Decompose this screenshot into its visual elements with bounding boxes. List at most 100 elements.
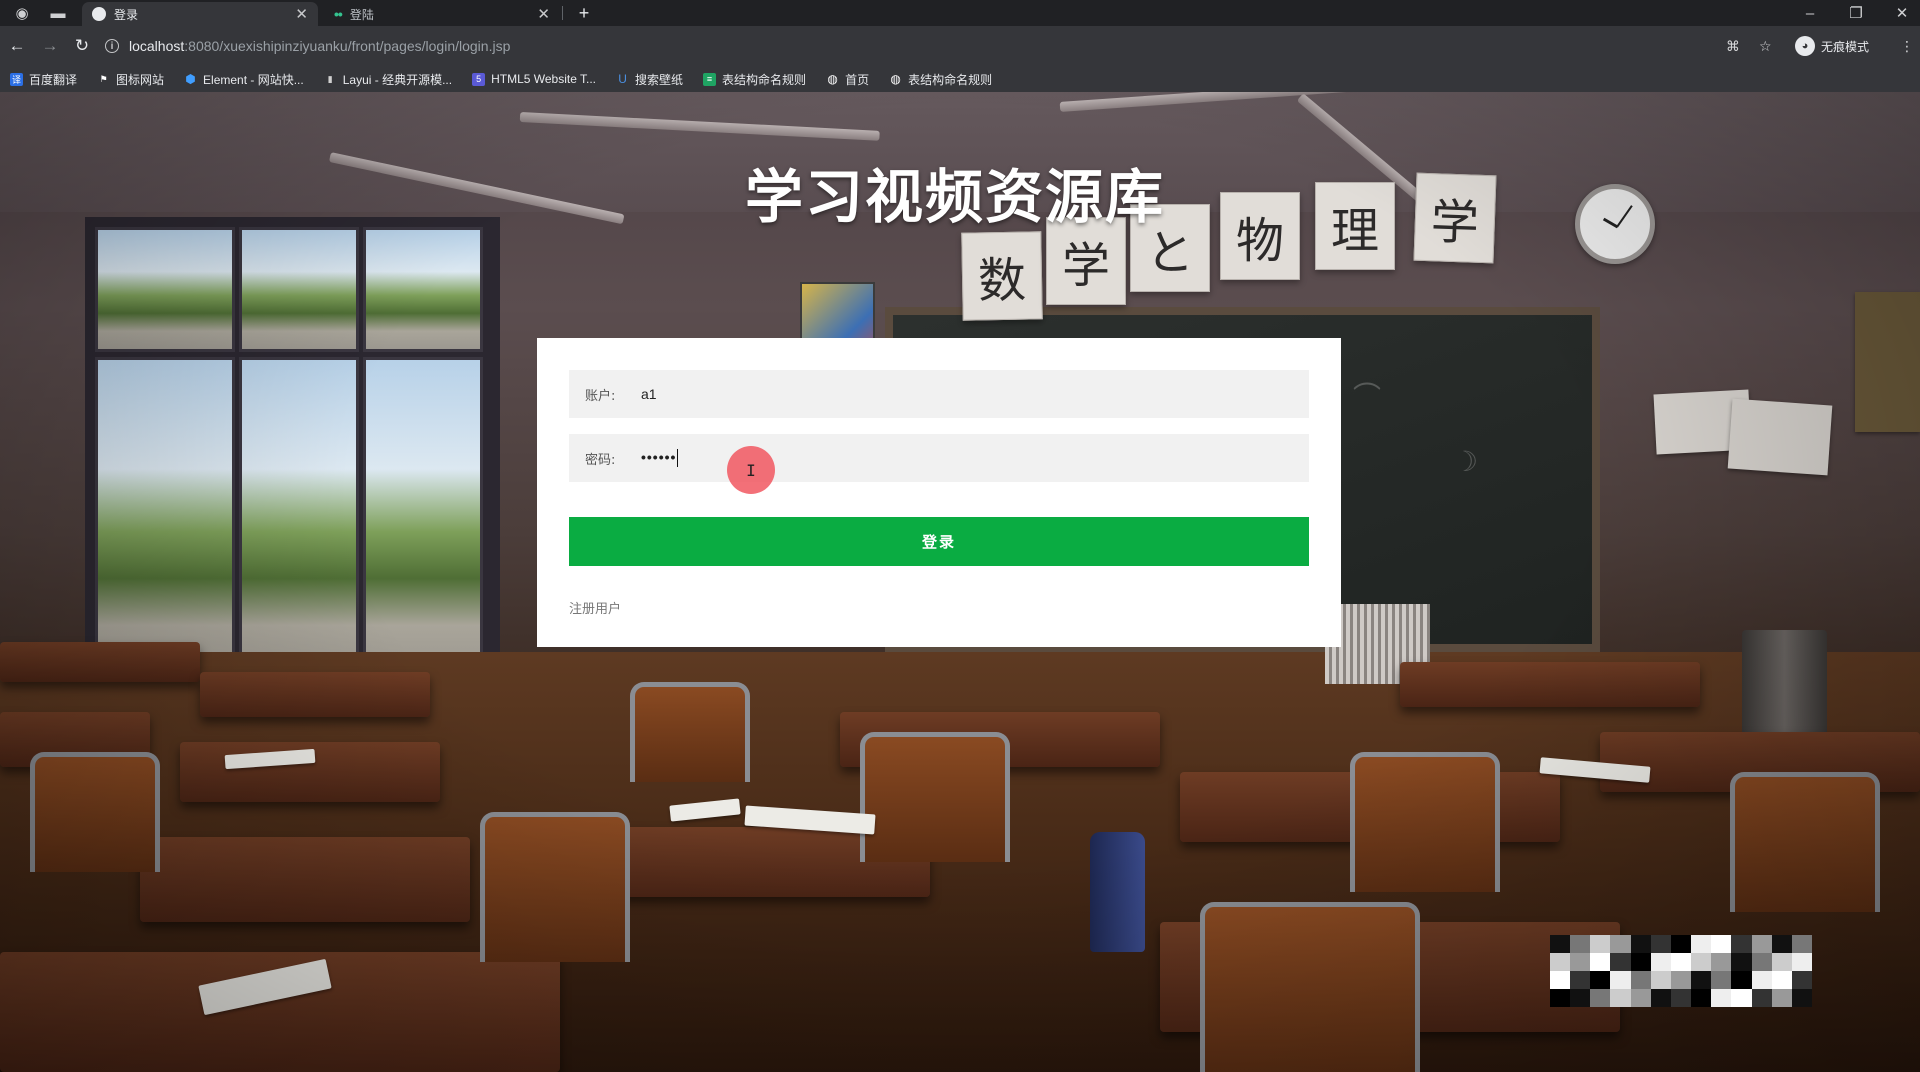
close-window-icon[interactable]: ✕ xyxy=(1884,0,1920,26)
mosaic-cell xyxy=(1711,989,1732,1007)
mosaic-cell xyxy=(1650,953,1671,971)
bookmark-label: Layui - 经典开源模... xyxy=(342,72,453,87)
mosaic-cell xyxy=(1670,989,1692,1007)
bookmark-label: 图标网站 xyxy=(116,72,165,87)
back-icon[interactable]: ← xyxy=(6,35,28,57)
account-field[interactable]: 账户: xyxy=(569,370,1309,418)
mosaic-cell xyxy=(1670,935,1692,953)
bookmark-label: HTML5 Website T... xyxy=(491,72,597,86)
mosaic-cell xyxy=(1630,953,1651,971)
mosaic-cell xyxy=(1590,971,1611,989)
bookmark-label: 表结构命名规则 xyxy=(908,72,993,87)
globe-icon: ◍ xyxy=(890,72,901,86)
mosaic-cell xyxy=(1771,989,1792,1007)
bookmark-star-icon[interactable]: ☆ xyxy=(1759,35,1772,57)
mosaic-cell xyxy=(1590,989,1611,1007)
mosaic-cell xyxy=(1570,953,1591,971)
mosaic-cell xyxy=(1771,935,1792,953)
mosaic-cell xyxy=(1731,935,1752,953)
bookmark-item[interactable]: ◍ 表结构命名规则 xyxy=(889,71,992,88)
minimize-icon[interactable]: – xyxy=(1792,0,1828,26)
mosaic-cell xyxy=(1711,935,1732,953)
register-link[interactable]: 注册用户 xyxy=(569,598,621,617)
restore-icon[interactable]: ❐ xyxy=(1838,0,1874,26)
bookmark-item[interactable]: ▮ Layui - 经典开源模... xyxy=(324,71,452,88)
url-path: :8080/xuexishipinziyuanku/front/pages/lo… xyxy=(184,38,511,54)
tab-login[interactable]: 登录 ✕ xyxy=(82,2,318,26)
mosaic-cell xyxy=(1630,971,1651,989)
text-cursor-icon: I xyxy=(746,460,756,480)
url-host: localhost xyxy=(129,38,185,54)
tab-separator xyxy=(562,6,563,20)
mosaic-cell xyxy=(1731,971,1752,989)
mosaic-cell xyxy=(1691,935,1712,953)
profile-button[interactable]: ◕ 无痕模式 xyxy=(1795,34,1869,58)
element-icon: ⬢ xyxy=(185,72,196,86)
account-input[interactable] xyxy=(641,386,1241,402)
bookmarks-bar: 译百度翻译 ⚑ 图标网站 ⬢ Element - 网站快... ▮ Layui - 经… xyxy=(0,66,1920,92)
tab-search-icon[interactable]: ▬ xyxy=(40,0,76,26)
translate-icon[interactable]: ⌘ xyxy=(1726,35,1740,57)
wallpaper-icon: U xyxy=(618,72,627,86)
page-viewport: 〰 ⌒ ☽ 数 学 と 物 理 学 学习视频资源库 账户: xyxy=(0,92,1920,1072)
flag-icon: ⚑ xyxy=(99,73,108,84)
bookmark-label: 首页 xyxy=(845,72,870,87)
bookmark-item[interactable]: ⚑ 图标网站 xyxy=(97,71,164,88)
incognito-icon: ◕ xyxy=(1795,36,1815,56)
address-bar[interactable]: i localhost:8080/xuexishipinziyuanku/fro… xyxy=(105,32,1785,60)
close-icon[interactable]: ✕ xyxy=(537,5,550,23)
password-value: •••••• xyxy=(641,449,677,466)
browser-menu-icon[interactable]: ◉ xyxy=(4,0,40,26)
bookmark-item[interactable]: 译百度翻译 xyxy=(10,71,77,88)
login-button[interactable]: 登录 xyxy=(569,517,1309,566)
mosaic-cell xyxy=(1650,935,1671,953)
bookmark-label: 百度翻译 xyxy=(29,72,78,87)
account-label: 账户: xyxy=(585,388,616,404)
mosaic-cell xyxy=(1731,953,1752,971)
login-form: 账户: 密码: •••••• 登录 注册用户 xyxy=(537,338,1341,647)
layui-icon: ▮ xyxy=(327,73,333,84)
mosaic-cell xyxy=(1771,971,1792,989)
close-icon[interactable]: ✕ xyxy=(295,5,308,23)
mosaic-cell xyxy=(1751,935,1772,953)
password-field[interactable]: 密码: •••••• xyxy=(569,434,1309,482)
bookmark-label: Element - 网站快... xyxy=(203,72,304,87)
mouse-cursor-highlight: I xyxy=(727,446,775,494)
password-label: 密码: xyxy=(585,452,616,468)
bookmark-item[interactable]: ⬢ Element - 网站快... xyxy=(184,71,304,88)
tab-title: 登录 xyxy=(114,7,139,22)
sheet-icon: ≡ xyxy=(703,72,717,86)
loading-dots-icon: •• xyxy=(334,6,343,22)
reload-icon[interactable]: ↻ xyxy=(71,35,93,57)
mosaic-cell xyxy=(1691,971,1712,989)
mosaic-cell xyxy=(1791,935,1812,953)
mosaic-cell xyxy=(1751,953,1772,971)
mosaic-cell xyxy=(1550,935,1571,953)
mosaic-cell xyxy=(1630,935,1651,953)
globe-icon: ◍ xyxy=(827,72,838,86)
mosaic-cell xyxy=(1610,971,1631,989)
bookmark-item[interactable]: U 搜索壁纸 xyxy=(616,71,683,88)
html5-icon: 5 xyxy=(472,72,486,86)
browser-tab-strip: ◉ ▬ 登录 ✕ •• 登陆 ✕ + – ❐ ✕ xyxy=(0,0,1920,26)
mosaic-cell xyxy=(1791,953,1812,971)
mosaic-cell xyxy=(1610,989,1631,1007)
tab-login-alt[interactable]: •• 登陆 ✕ xyxy=(324,2,560,26)
mosaic-cell xyxy=(1691,989,1712,1007)
bookmark-item[interactable]: ≡ 表结构命名规则 xyxy=(703,71,806,88)
mosaic-cell xyxy=(1590,935,1611,953)
text-caret xyxy=(677,448,679,467)
bookmark-label: 搜索壁纸 xyxy=(635,72,684,87)
forward-icon[interactable]: → xyxy=(39,35,61,57)
mosaic-cell xyxy=(1670,971,1692,989)
bookmark-item[interactable]: 5 HTML5 Website T... xyxy=(472,72,596,86)
mosaic-cell xyxy=(1610,935,1631,953)
bookmark-item[interactable]: ◍ 首页 xyxy=(826,71,869,88)
baidu-translate-icon: 译 xyxy=(10,72,23,86)
bookmark-label: 表结构命名规则 xyxy=(722,72,807,87)
more-menu-icon[interactable]: ⋮ xyxy=(1900,35,1914,57)
password-input[interactable]: •••••• xyxy=(641,448,679,467)
mosaic-cell xyxy=(1731,989,1752,1007)
new-tab-button[interactable]: + xyxy=(572,0,596,26)
info-icon[interactable]: i xyxy=(105,39,119,53)
